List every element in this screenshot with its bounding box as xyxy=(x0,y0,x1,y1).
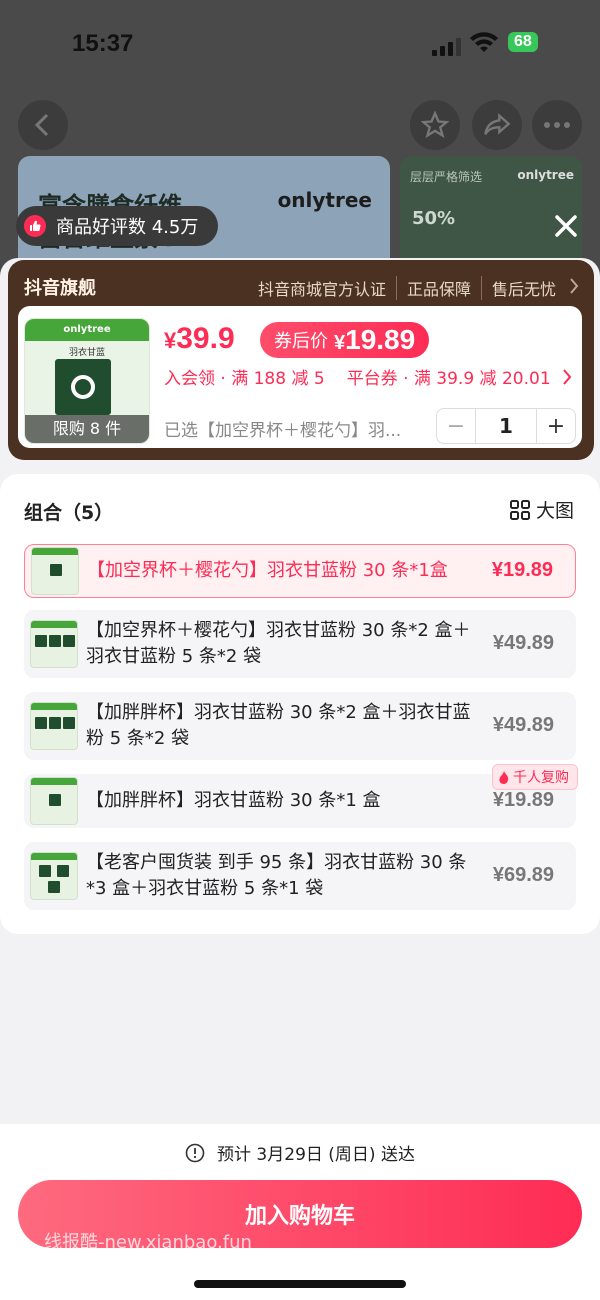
chevron-right-icon xyxy=(562,368,571,385)
variant-price: ¥49.89 xyxy=(492,632,554,654)
add-to-cart-label: 加入购物车 xyxy=(244,1204,355,1229)
repurchase-badge: 千人复购 xyxy=(492,764,578,790)
quantity-value[interactable]: 1 xyxy=(475,409,537,443)
back-button[interactable] xyxy=(18,100,68,150)
side-text: 层层严格筛选 xyxy=(410,170,483,184)
banner-brand: onlytree xyxy=(277,188,372,212)
review-count-text: 商品好评数 4.5万 xyxy=(56,217,199,238)
variant-name: 【加空界杯＋樱花勺】羽衣甘蓝粉 30 条*2 盒＋羽衣甘蓝粉 5 条*2 袋 xyxy=(86,620,471,667)
info-icon xyxy=(185,1143,205,1162)
variant-price: ¥19.89 xyxy=(492,789,554,811)
increase-button[interactable]: + xyxy=(537,414,575,439)
store-name: 抖音旗舰 xyxy=(24,278,96,299)
thumb-brand: onlytree xyxy=(25,319,149,341)
member-promo: 入会领 · 满 188 减 5 xyxy=(164,369,325,389)
variant-option[interactable]: 【加胖胖杯】羽衣甘蓝粉 30 条*1 盒 ¥19.89 千人复购 xyxy=(24,764,578,828)
store-tag: 抖音商城官方认证 xyxy=(257,280,386,299)
variant-price: ¥49.89 xyxy=(492,714,554,736)
battery-indicator: 68 xyxy=(508,32,538,52)
more-icon xyxy=(544,122,570,128)
big-picture-label: 大图 xyxy=(535,500,574,522)
variant-name: 【老客户囤货装 到手 95 条】羽衣甘蓝粉 30 条*3 盒＋羽衣甘蓝粉 5 条… xyxy=(86,852,467,899)
footer-bar: 预计 3月29日 (周日) 送达 加入购物车 线报酷-new.xianbao.f… xyxy=(0,1124,600,1300)
product-thumbnail[interactable]: onlytree 羽衣甘蓝 限购 8 件 xyxy=(24,318,150,444)
variant-name: 【加空界杯＋樱花勺】羽衣甘蓝粉 30 条*1盒 xyxy=(87,560,448,581)
side-pct: 50% xyxy=(412,208,456,229)
variant-price: ¥19.89 xyxy=(491,559,553,581)
promotion-row[interactable]: 入会领 · 满 188 减 5 平台券 · 满 39.9 减 20.01 xyxy=(164,364,573,389)
delivery-text: 预计 3月29日 (周日) 送达 xyxy=(217,1145,415,1165)
decrease-button[interactable]: − xyxy=(437,414,475,439)
store-tag: 售后无忧 xyxy=(480,276,566,300)
status-bar: 15:37 68 xyxy=(0,28,600,64)
favorite-button[interactable] xyxy=(410,100,460,150)
options-title: 组合（5） xyxy=(24,502,114,524)
status-time: 15:37 xyxy=(72,30,134,57)
grid-icon xyxy=(509,499,530,520)
purchase-limit-label: 限购 8 件 xyxy=(25,415,149,443)
variant-thumbnail xyxy=(30,777,78,825)
review-count-pill: 商品好评数 4.5万 xyxy=(16,206,219,246)
variant-option[interactable]: 【老客户囤货装 到手 95 条】羽衣甘蓝粉 30 条*3 盒＋羽衣甘蓝粉 5 条… xyxy=(24,842,576,910)
star-icon xyxy=(421,111,449,139)
wifi-icon xyxy=(470,32,498,52)
big-picture-toggle[interactable]: 大图 xyxy=(509,496,574,523)
variant-name: 【加胖胖杯】羽衣甘蓝粉 30 条*2 盒＋羽衣甘蓝粉 5 条*2 袋 xyxy=(86,702,471,749)
repurchase-badge-text: 千人复购 xyxy=(513,770,569,786)
quantity-stepper: − 1 + xyxy=(436,408,576,444)
flame-icon xyxy=(499,770,509,784)
variant-option[interactable]: 【加空界杯＋樱花勺】羽衣甘蓝粉 30 条*2 盒＋羽衣甘蓝粉 5 条*2 袋 ¥… xyxy=(24,610,576,678)
product-summary-card: onlytree 羽衣甘蓝 限购 8 件 ¥39.9 券后价 ¥19.89 入会… xyxy=(18,306,582,448)
price-value: 39.9 xyxy=(176,322,235,355)
share-button[interactable] xyxy=(472,100,522,150)
variant-options-panel: 组合（5） 大图 【加空界杯＋樱花勺】羽衣甘蓝粉 30 条*1盒 ¥19.89 xyxy=(0,474,600,934)
variant-price: ¥69.89 xyxy=(492,864,554,886)
variant-thumbnail xyxy=(30,852,78,900)
variant-thumbnail xyxy=(31,547,79,595)
variant-option[interactable]: 【加胖胖杯】羽衣甘蓝粉 30 条*2 盒＋羽衣甘蓝粉 5 条*2 袋 ¥49.8… xyxy=(24,692,576,760)
delivery-estimate: 预计 3月29日 (周日) 送达 xyxy=(0,1140,600,1165)
variant-thumbnail xyxy=(30,702,78,750)
close-icon[interactable] xyxy=(550,210,582,242)
coupon-label: 券后价 xyxy=(274,331,328,352)
share-icon xyxy=(484,113,511,135)
store-tag: 正品保障 xyxy=(395,276,481,300)
coupon-price-badge: 券后价 ¥19.89 xyxy=(260,322,430,358)
store-info-row[interactable]: 抖音旗舰 抖音商城官方认证 正品保障 售后无忧 xyxy=(24,274,580,300)
chevron-right-icon xyxy=(570,278,579,294)
sku-selector-sheet: 抖音旗舰 抖音商城官方认证 正品保障 售后无忧 onlytree 羽衣甘蓝 限购… xyxy=(0,258,600,1300)
store-tags: 抖音商城官方认证 正品保障 售后无忧 xyxy=(248,276,580,300)
selected-variant-text: 已选【加空界杯＋樱花勺】羽... xyxy=(164,421,402,441)
variant-option[interactable]: 【加空界杯＋樱花勺】羽衣甘蓝粉 30 条*1盒 ¥19.89 xyxy=(24,544,576,598)
thumb-name: 羽衣甘蓝 xyxy=(68,348,105,358)
coupon-currency: ¥ xyxy=(334,332,346,354)
thumbs-up-icon xyxy=(24,215,46,237)
watermark: 线报酷-new.xianbao.fun xyxy=(44,1232,252,1253)
store-header: 抖音旗舰 抖音商城官方认证 正品保障 售后无忧 onlytree 羽衣甘蓝 限购… xyxy=(8,260,594,460)
coupon-price-value: 19.89 xyxy=(345,324,416,355)
signal-icon xyxy=(432,38,461,56)
product-box-image xyxy=(55,359,111,415)
product-price: ¥39.9 xyxy=(164,322,235,356)
side-brand: onlytree xyxy=(517,168,574,182)
variant-thumbnail xyxy=(30,620,78,668)
platform-coupon: 平台券 · 满 39.9 减 20.01 xyxy=(346,369,551,389)
more-button[interactable] xyxy=(532,100,582,150)
variant-name: 【加胖胖杯】羽衣甘蓝粉 30 条*1 盒 xyxy=(86,790,381,811)
chevron-left-icon xyxy=(34,113,49,137)
price-currency: ¥ xyxy=(164,328,177,353)
home-indicator[interactable] xyxy=(194,1280,406,1288)
